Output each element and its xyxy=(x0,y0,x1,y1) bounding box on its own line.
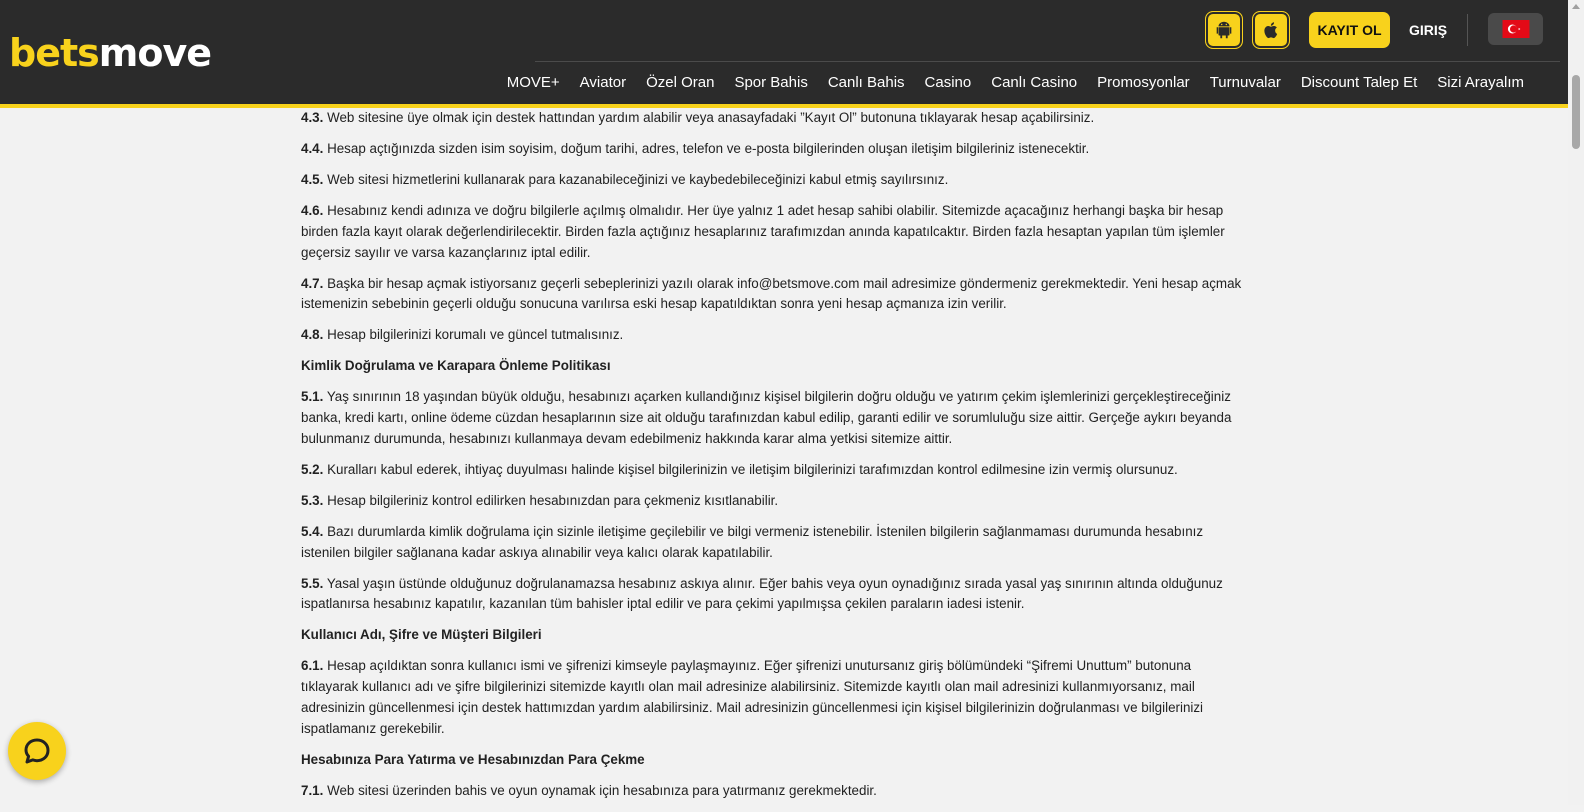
logo-text-bets: bets xyxy=(9,31,100,75)
section-heading: Kullanıcı Adı, Şifre ve Müşteri Bilgiler… xyxy=(301,627,542,643)
terms-paragraph: 5.2. Kuralları kabul ederek, ihtiyaç duy… xyxy=(301,460,1251,481)
terms-content: 4.3. Web sitesine üye olmak için destek … xyxy=(301,108,1251,812)
ios-app-button[interactable] xyxy=(1252,11,1290,49)
clause-number: 5.5. xyxy=(301,575,324,591)
clause-number: 5.1. xyxy=(301,389,324,405)
header-divider xyxy=(1467,14,1468,46)
clause-number: 5.2. xyxy=(301,461,324,477)
nav-item-spor-bahis[interactable]: Spor Bahis xyxy=(724,72,817,94)
scroll-up-arrow-icon[interactable] xyxy=(1572,4,1580,9)
terms-paragraph: 5.3. Hesap bilgileriniz kontrol edilirke… xyxy=(301,491,1251,512)
terms-paragraph: 5.1. Yaş sınırının 18 yaşından büyük old… xyxy=(301,387,1251,449)
clause-text: Başka bir hesap açmak istiyorsanız geçer… xyxy=(301,275,1242,312)
nav-item-sizi-arayalim[interactable]: Sizi Arayalım xyxy=(1427,72,1534,94)
clause-number: 5.4. xyxy=(301,523,324,539)
main-nav: MOVE+ Aviator Özel Oran Spor Bahis Canlı… xyxy=(497,72,1534,94)
clause-number: 5.3. xyxy=(301,492,324,508)
nav-divider xyxy=(535,61,1560,62)
clause-text: Yaş sınırının 18 yaşından büyük olduğu, … xyxy=(301,389,1232,446)
nav-item-ozel-oran[interactable]: Özel Oran xyxy=(636,72,724,94)
terms-paragraph: 4.6. Hesabınız kendi adınıza ve doğru bi… xyxy=(301,201,1251,263)
live-chat-button[interactable] xyxy=(8,722,66,780)
brand-logo[interactable]: betsmove xyxy=(9,30,212,76)
clause-number: 6.1. xyxy=(301,658,324,674)
terms-paragraph: 6.1. Hesap açıldıktan sonra kullanıcı is… xyxy=(301,656,1251,739)
clause-text: Kuralları kabul ederek, ihtiyaç duyulmas… xyxy=(323,461,1178,477)
clause-text: Bazı durumlarda kimlik doğrulama için si… xyxy=(301,523,1204,560)
terms-paragraph: 4.5. Web sitesi hizmetlerini kullanarak … xyxy=(301,170,1251,191)
nav-item-promosyonlar[interactable]: Promosyonlar xyxy=(1087,72,1200,94)
terms-paragraph: 5.4. Bazı durumlarda kimlik doğrulama iç… xyxy=(301,522,1251,564)
logo-text-move: move xyxy=(98,31,212,75)
page-scrollbar[interactable] xyxy=(1568,0,1584,805)
scroll-thumb[interactable] xyxy=(1572,75,1580,149)
clause-text: Hesap bilgileriniz kontrol edilirken hes… xyxy=(323,492,779,508)
clause-number: 4.8. xyxy=(301,327,324,343)
clause-number: 4.6. xyxy=(301,202,324,218)
chat-bubble-icon xyxy=(24,738,50,764)
clause-text: Hesap açıldıktan sonra kullanıcı ismi ve… xyxy=(301,658,1204,736)
terms-paragraph: 4.3. Web sitesine üye olmak için destek … xyxy=(301,108,1251,129)
language-selector[interactable] xyxy=(1488,13,1543,45)
terms-paragraph: 7.1. Web sitesi üzerinden bahis ve oyun … xyxy=(301,781,1251,802)
register-button[interactable]: KAYIT OL xyxy=(1309,12,1390,48)
nav-item-discount-talep-et[interactable]: Discount Talep Et xyxy=(1291,72,1427,94)
nav-item-turnuvalar[interactable]: Turnuvalar xyxy=(1200,72,1291,94)
nav-item-casino[interactable]: Casino xyxy=(915,72,982,94)
android-icon xyxy=(1216,21,1232,39)
nav-item-canli-bahis[interactable]: Canlı Bahis xyxy=(818,72,915,94)
clause-number: 4.7. xyxy=(301,275,324,291)
clause-number: 4.5. xyxy=(301,171,324,187)
clause-text: Hesap bilgilerinizi korumalı ve güncel t… xyxy=(323,327,624,343)
terms-paragraph: 5.5. Yasal yaşın üstünde olduğunuz doğru… xyxy=(301,574,1251,616)
clause-text: Yasal yaşın üstünde olduğunuz doğrulanam… xyxy=(301,575,1223,612)
turkey-flag-icon xyxy=(1502,20,1529,38)
terms-paragraph: 4.8. Hesap bilgilerinizi korumalı ve gün… xyxy=(301,325,1251,346)
section-heading: Kimlik Doğrulama ve Karapara Önleme Poli… xyxy=(301,358,611,374)
terms-paragraph: 4.4. Hesap açtığınızda sizden isim soyis… xyxy=(301,139,1251,160)
nav-item-aviator[interactable]: Aviator xyxy=(570,72,636,94)
site-header: betsmove KAYIT OL GIRIŞ MOVE+ Aviator Öz… xyxy=(0,0,1568,108)
nav-item-move-plus[interactable]: MOVE+ xyxy=(497,72,570,94)
clause-number: 4.4. xyxy=(301,140,324,156)
apple-icon xyxy=(1264,22,1278,39)
nav-item-canli-casino[interactable]: Canlı Casino xyxy=(981,72,1087,94)
clause-number: 4.3. xyxy=(301,110,324,125)
login-button[interactable]: GIRIŞ xyxy=(1402,12,1454,48)
clause-text: Web sitesi hizmetlerini kullanarak para … xyxy=(323,171,949,187)
clause-text: Hesap açtığınızda sizden isim soyisim, d… xyxy=(323,140,1090,156)
clause-text: Web sitesine üye olmak için destek hattı… xyxy=(323,110,1095,125)
android-app-button[interactable] xyxy=(1205,11,1243,49)
section-heading: Hesabınıza Para Yatırma ve Hesabınızdan … xyxy=(301,751,645,767)
clause-number: 7.1. xyxy=(301,782,324,798)
clause-text: Hesabınız kendi adınıza ve doğru bilgile… xyxy=(301,202,1225,260)
clause-text: Web sitesi üzerinden bahis ve oyun oynam… xyxy=(323,782,877,798)
terms-paragraph: 4.7. Başka bir hesap açmak istiyorsanız … xyxy=(301,274,1251,316)
